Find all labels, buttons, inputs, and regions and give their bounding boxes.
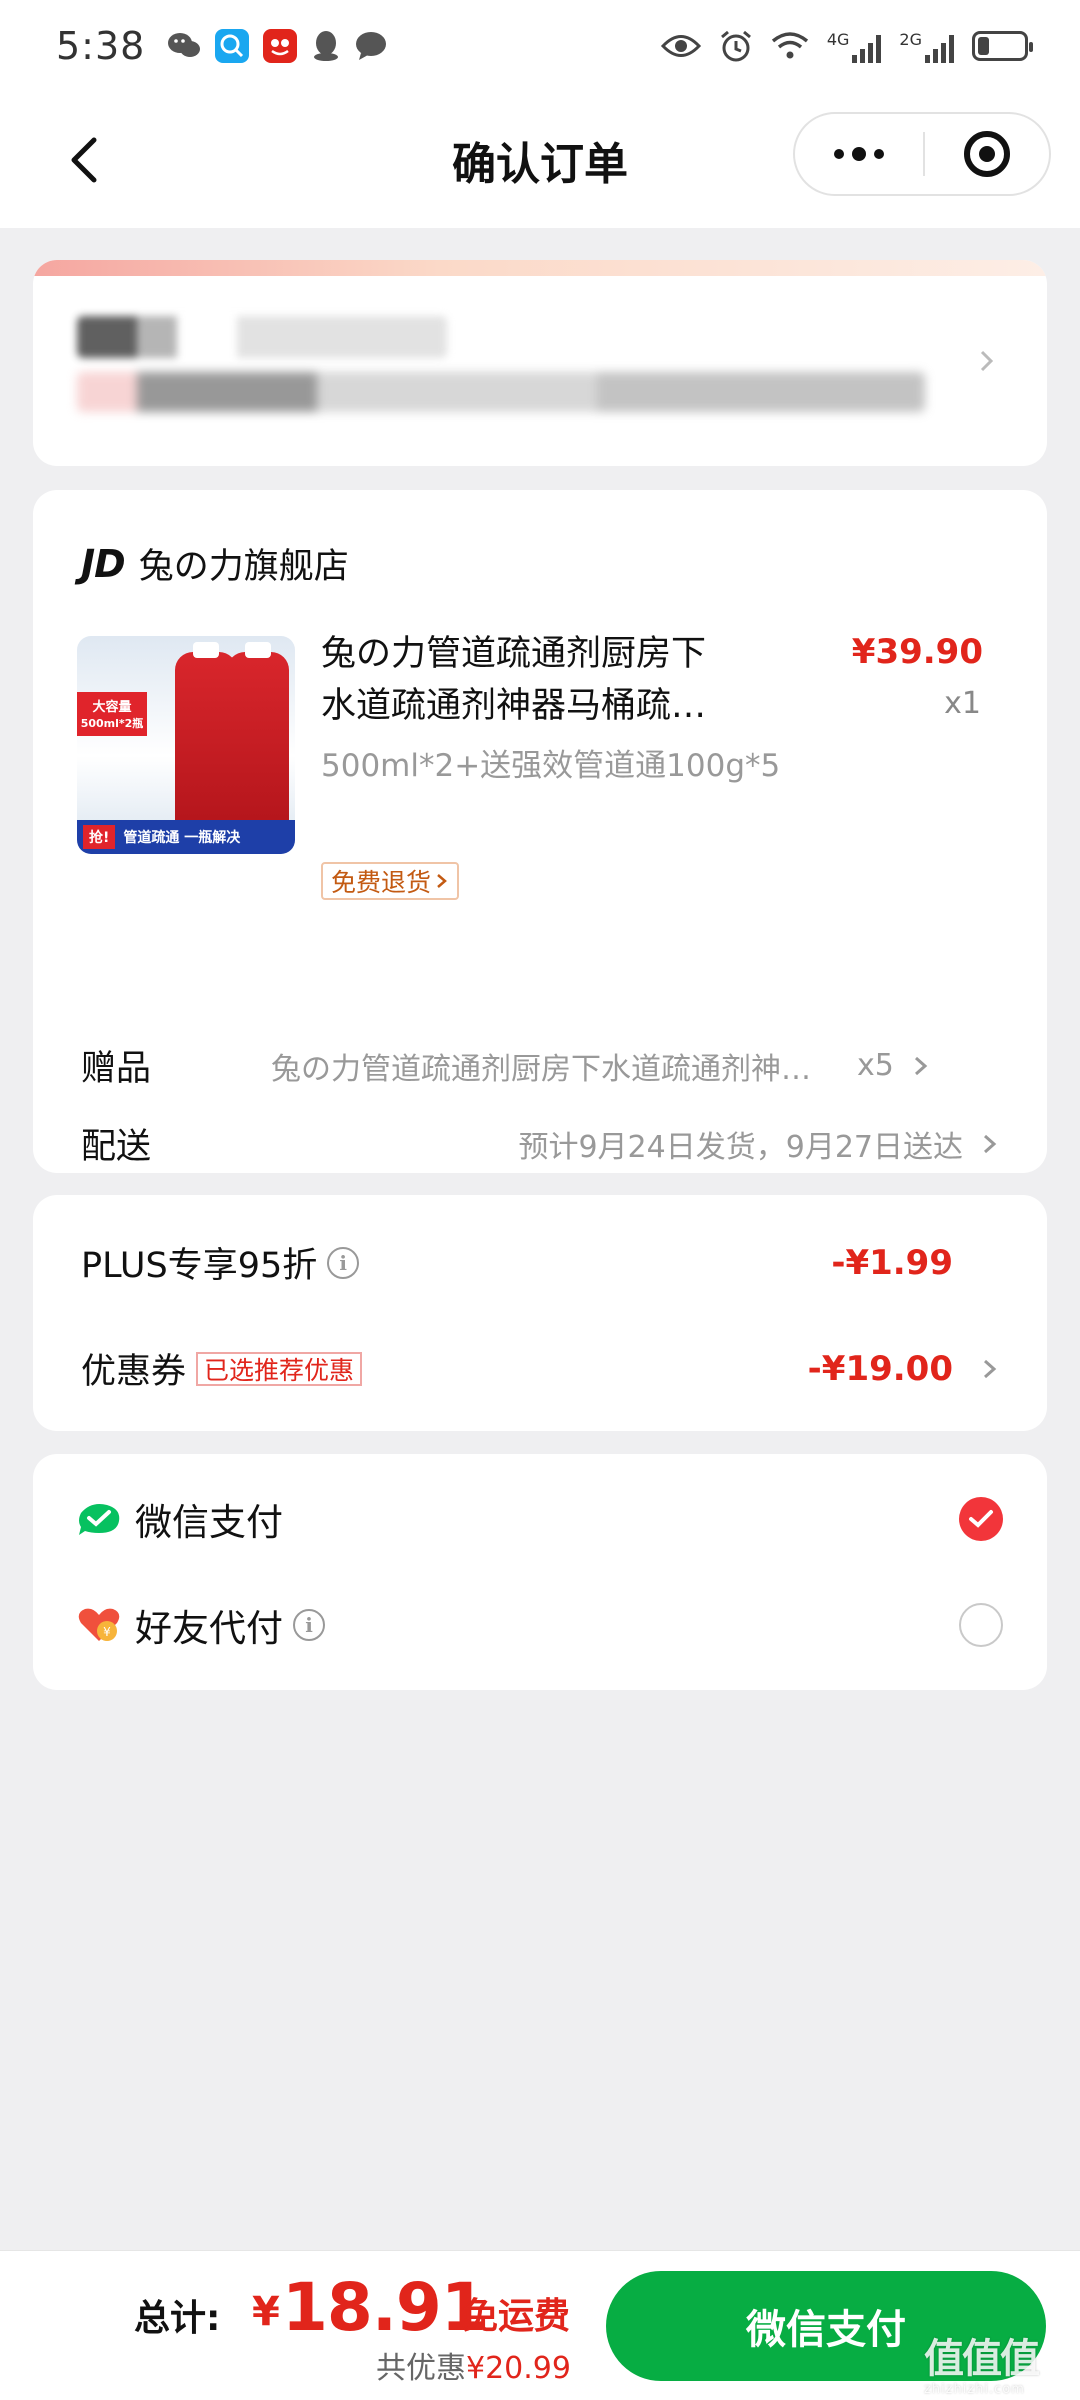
total-saved: 共优惠¥20.99 (376, 2351, 571, 2386)
total-amount: 18.91 (282, 2269, 487, 2346)
gift-label: 赠品 (81, 1049, 152, 1089)
chevron-right-icon (437, 874, 447, 888)
info-icon[interactable]: i (327, 1246, 360, 1279)
coupon-row[interactable]: 优惠券 已选推荐优惠 -¥19.00 (81, 1343, 999, 1394)
gift-value: 兔の力管道疏通剂厨房下水道疏通剂神器马桶疏通 (271, 1051, 831, 1087)
wifi-icon (771, 32, 808, 59)
radio-checked-icon[interactable] (959, 1497, 1003, 1541)
mini-program-capsule (793, 112, 1051, 196)
svg-text:¥: ¥ (103, 1625, 111, 1639)
status-time: 5:38 (56, 24, 146, 68)
info-icon[interactable]: i (293, 1609, 325, 1641)
plus-discount-row: PLUS专享95折 i -¥1.99 (81, 1237, 999, 1288)
signal-bars-icon (925, 33, 954, 63)
delivery-row[interactable]: 配送 预计9月24日发货，9月27日送达 (81, 1118, 999, 1169)
signal-bars-icon (852, 33, 882, 63)
image-banner: 抢! 管道疏通 一瓶解决 (77, 820, 295, 854)
discount-card: PLUS专享95折 i -¥1.99 优惠券 已选推荐优惠 -¥19.00 (33, 1195, 1047, 1431)
battery-level (978, 37, 989, 55)
address-gradient-strip (33, 260, 1047, 276)
shop-header[interactable]: JD 兔の力旗舰店 (81, 538, 349, 589)
wechat-pay-option[interactable]: 微信支付 (77, 1492, 1003, 1546)
wechat-pay-icon (79, 1504, 120, 1535)
target-circle-icon (964, 131, 1010, 177)
shop-name: 兔の力旗舰店 (138, 547, 349, 587)
recipient-name-redacted (77, 316, 447, 358)
chevron-right-icon (984, 1134, 997, 1153)
coupon-tag: 已选推荐优惠 (196, 1351, 363, 1386)
signal-2g: 2G (899, 30, 954, 63)
free-return-badge[interactable]: 免费退货 (321, 862, 460, 900)
chevron-right-icon (984, 1359, 997, 1378)
radio-unchecked-icon[interactable] (959, 1603, 1003, 1647)
checkout-bar: 总计: ¥ 18.91 免运费 共优惠¥20.99 微信支付 (0, 2250, 1080, 2400)
signal-4g: 4G (827, 30, 882, 63)
alarm-icon (720, 30, 751, 62)
plus-discount-amount: -¥1.99 (831, 1242, 953, 1283)
message-icon (356, 32, 387, 60)
status-bar-right: 4G 2G (660, 29, 1033, 63)
product-spec: 500ml*2+送强效管道通100g*5 (321, 748, 781, 784)
bottle-graphic (227, 642, 289, 832)
coupon-label: 优惠券 (81, 1352, 187, 1392)
friend-pay-label: 好友代付 (135, 1607, 283, 1650)
more-dots-icon[interactable] (795, 114, 923, 194)
chevron-right-icon (980, 350, 994, 372)
coupon-amount: -¥19.00 (807, 1348, 953, 1389)
plus-discount-label: PLUS专享95折 (81, 1246, 318, 1286)
jd-logo: JD (81, 541, 126, 586)
nav-header: 确认订单 (0, 92, 1080, 228)
wechat-pay-label: 微信支付 (135, 1501, 283, 1544)
eye-icon (660, 35, 701, 57)
friend-pay-option[interactable]: ¥ 好友代付 i (77, 1598, 1003, 1652)
battery-icon (972, 31, 1033, 61)
product-title[interactable]: 兔の力管道疏通剂厨房下 水道疏通剂神器马桶疏… (321, 628, 781, 732)
delivery-value: 预计9月24日发货，9月27日送达 (518, 1129, 963, 1165)
heart-coin-icon: ¥ (78, 1608, 120, 1641)
delivery-label: 配送 (81, 1127, 152, 1167)
image-capacity-tag: 大容量 500ml*2瓶 (77, 692, 147, 736)
product-image[interactable]: 大容量 500ml*2瓶 抢! 管道疏通 一瓶解决 (77, 636, 295, 854)
address-redacted (77, 372, 925, 412)
address-card[interactable] (33, 260, 1047, 466)
status-bar: 5:38 4G 2G (0, 0, 1080, 92)
gift-row[interactable]: 赠品 兔の力管道疏通剂厨房下水道疏通剂神器马桶疏通 x5 (81, 1040, 999, 1091)
free-shipping-label: 免运费 (462, 2296, 571, 2337)
payment-method-card: 微信支付 ¥ 好友代付 i (33, 1454, 1047, 1690)
jd-app-icon (263, 29, 298, 63)
wechat-icon (168, 33, 201, 57)
status-bar-left: 5:38 (56, 24, 387, 68)
qq-icon (314, 31, 339, 61)
total-currency: ¥ (252, 2289, 280, 2335)
order-item-card: JD 兔の力旗舰店 大容量 500ml*2瓶 抢! 管道疏通 一瓶解决 兔の力管… (33, 490, 1047, 1173)
gift-quantity: x5 (857, 1048, 894, 1083)
product-price: ¥39.90 (851, 632, 983, 672)
total-label: 总计: (134, 2298, 221, 2339)
watermark-logo: 值值值 zhizhizhi.com (924, 2336, 1040, 2397)
close-mini-program-button[interactable] (925, 114, 1049, 194)
chevron-right-icon (914, 1056, 928, 1075)
product-quantity: x1 (944, 686, 981, 721)
search-app-icon (215, 29, 250, 63)
